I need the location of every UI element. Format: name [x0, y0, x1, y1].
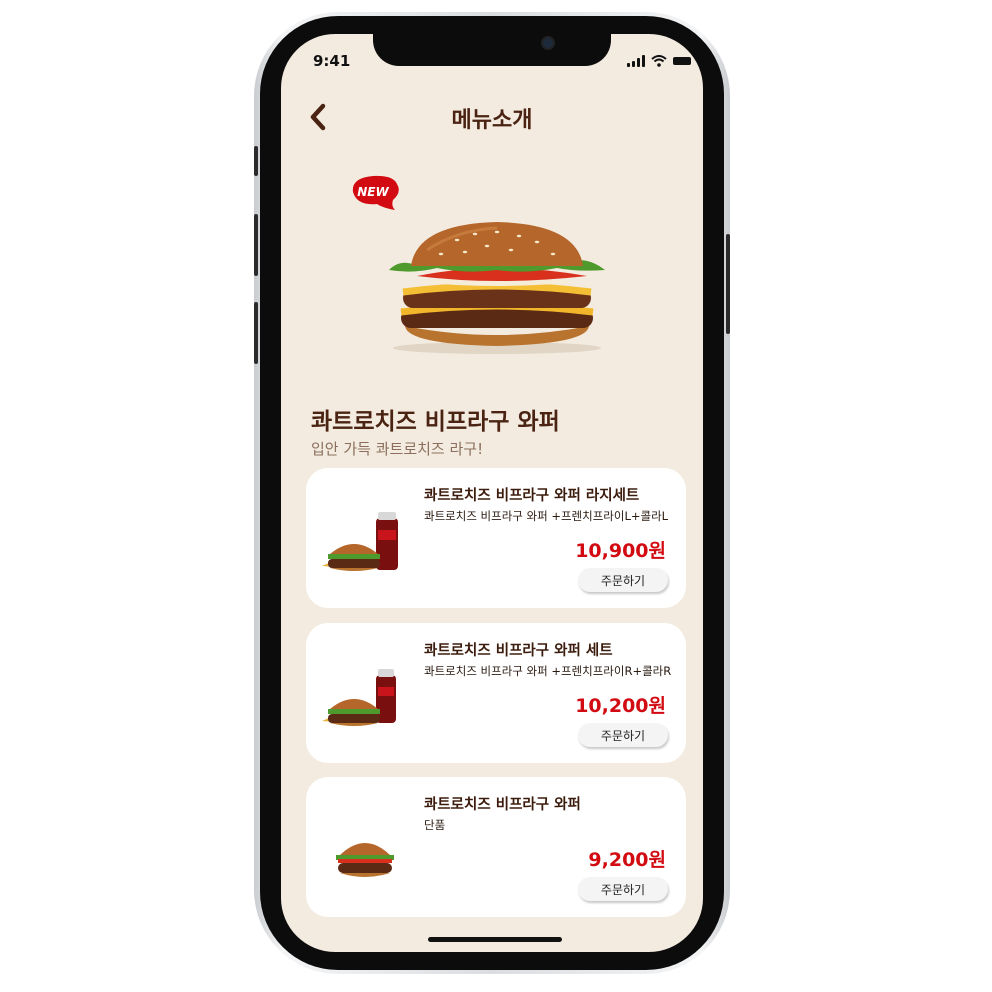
large-set-image: [322, 512, 398, 571]
app-screen: 9:41 메뉴소개 NEW 콰트로치즈 비프라구 와퍼 입안 가득 콰트로치즈 …: [281, 34, 703, 952]
volume-up-button: [254, 214, 258, 276]
order-button[interactable]: 주문하기: [578, 877, 668, 901]
notch: [373, 34, 611, 66]
status-time: 9:41: [313, 52, 351, 70]
silent-switch: [254, 146, 258, 176]
menu-item-price: 10,200원: [575, 695, 666, 717]
menu-item-description: 콰트로치즈 비프라구 와퍼 +프렌치프라이R+콜라R: [424, 664, 672, 678]
new-badge: NEW: [352, 175, 399, 210]
menu-card-large-set[interactable]: 콰트로치즈 비프라구 와퍼 라지세트 콰트로치즈 비프라구 와퍼 +프렌치프라이…: [306, 468, 686, 608]
menu-item-price: 10,900원: [575, 540, 666, 562]
page-title: 메뉴소개: [451, 108, 533, 133]
battery-icon: [673, 57, 691, 65]
home-indicator: [428, 937, 562, 942]
product-tagline: 입안 가득 콰트로치즈 라구!: [311, 440, 484, 458]
order-button[interactable]: 주문하기: [578, 568, 668, 592]
volume-down-button: [254, 302, 258, 364]
menu-item-price: 9,200원: [588, 849, 666, 871]
menu-item-name: 콰트로치즈 비프라구 와퍼 세트: [424, 643, 613, 659]
power-button: [726, 234, 730, 334]
set-image: [322, 669, 396, 726]
menu-card-single[interactable]: 콰트로치즈 비프라구 와퍼 단품 9,200원 주문하기: [306, 777, 686, 917]
menu-item-name: 콰트로치즈 비프라구 와퍼: [424, 797, 581, 813]
signal-icon: [627, 55, 645, 67]
menu-item-description: 콰트로치즈 비프라구 와퍼 +프렌치프라이L+콜라L: [424, 509, 669, 523]
camera-icon: [541, 36, 555, 50]
single-image: [336, 843, 394, 877]
menu-item-name: 콰트로치즈 비프라구 와퍼 라지세트: [424, 488, 640, 504]
menu-card-set[interactable]: 콰트로치즈 비프라구 와퍼 세트 콰트로치즈 비프라구 와퍼 +프렌치프라이R+…: [306, 623, 686, 763]
order-button[interactable]: 주문하기: [578, 723, 668, 747]
menu-item-description: 단품: [424, 818, 446, 832]
wifi-icon: [651, 55, 667, 67]
burger-image: [389, 222, 605, 354]
status-icons: [627, 54, 691, 68]
product-name: 콰트로치즈 비프라구 와퍼: [311, 409, 560, 435]
new-badge-label: NEW: [357, 185, 389, 199]
